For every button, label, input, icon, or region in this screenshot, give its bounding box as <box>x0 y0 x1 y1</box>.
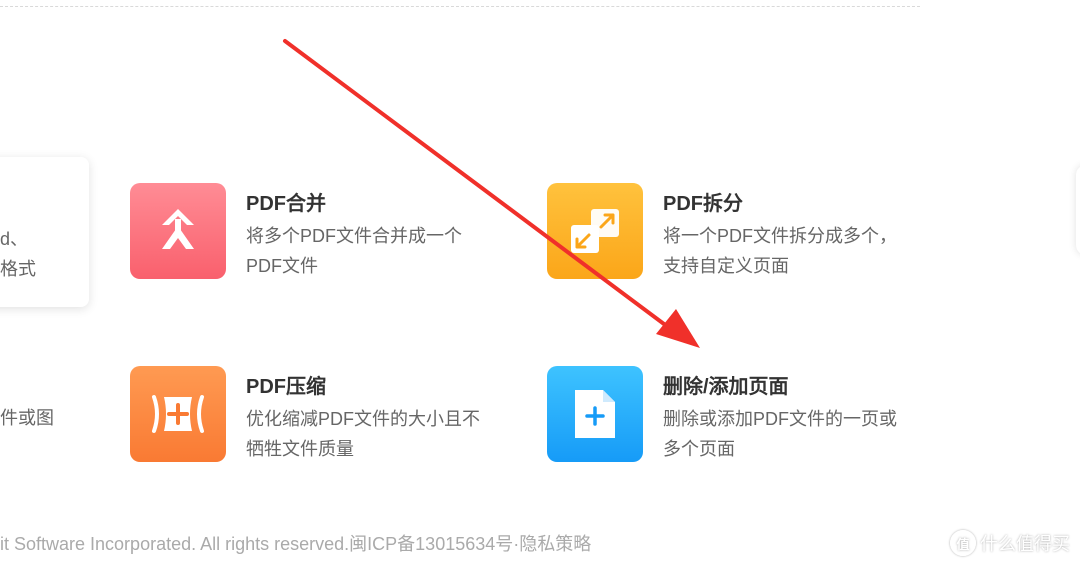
tool-description: 删除或添加PDF文件的一页或多个页面 <box>663 409 897 459</box>
watermark-logo-icon: 值 <box>950 530 976 556</box>
page: d、 格式 件或图 PDF合并 将多个PDF文件合并成一个PDF文件 PDF拆分… <box>0 0 1080 566</box>
tool-title: PDF合并 <box>246 193 326 215</box>
tool-delete-add-pages[interactable]: 删除/添加页面 删除或添加PDF文件的一页或多个页面 <box>547 366 927 466</box>
merge-icon <box>130 183 226 279</box>
watermark-text: 什么值得买 <box>980 534 1070 554</box>
tool-pdf-merge[interactable]: PDF合并 将多个PDF文件合并成一个PDF文件 <box>130 183 510 283</box>
tool-description: 将一个PDF文件拆分成多个， 支持自定义页面 <box>663 226 897 276</box>
partial-tool-desc: 件或图 <box>0 408 54 428</box>
annotation-arrow <box>283 39 700 348</box>
tool-description: 将多个PDF文件合并成一个PDF文件 <box>246 226 462 276</box>
tool-description: 优化缩减PDF文件的大小且不牺牲文件质量 <box>246 409 480 459</box>
add-page-icon <box>547 366 643 462</box>
tool-title: 删除/添加页面 <box>663 376 789 398</box>
tool-title: PDF压缩 <box>246 376 326 398</box>
right-side-panel[interactable] <box>1076 165 1080 255</box>
partial-card-text-line1: d、 <box>0 229 29 249</box>
split-icon <box>547 183 643 279</box>
compress-icon <box>130 366 226 462</box>
footer-copyright: it Software Incorporated. All rights res… <box>0 534 592 554</box>
tool-pdf-compress[interactable]: PDF压缩 优化缩减PDF文件的大小且不牺牲文件质量 <box>130 366 510 466</box>
watermark: 值 什么值得买 <box>950 530 1070 556</box>
partial-card-text-line2: 格式 <box>0 259 36 279</box>
top-divider <box>0 6 920 7</box>
tool-pdf-split[interactable]: PDF拆分 将一个PDF文件拆分成多个， 支持自定义页面 <box>547 183 927 283</box>
annotation-arrow-head <box>656 309 700 348</box>
tool-title: PDF拆分 <box>663 193 743 215</box>
